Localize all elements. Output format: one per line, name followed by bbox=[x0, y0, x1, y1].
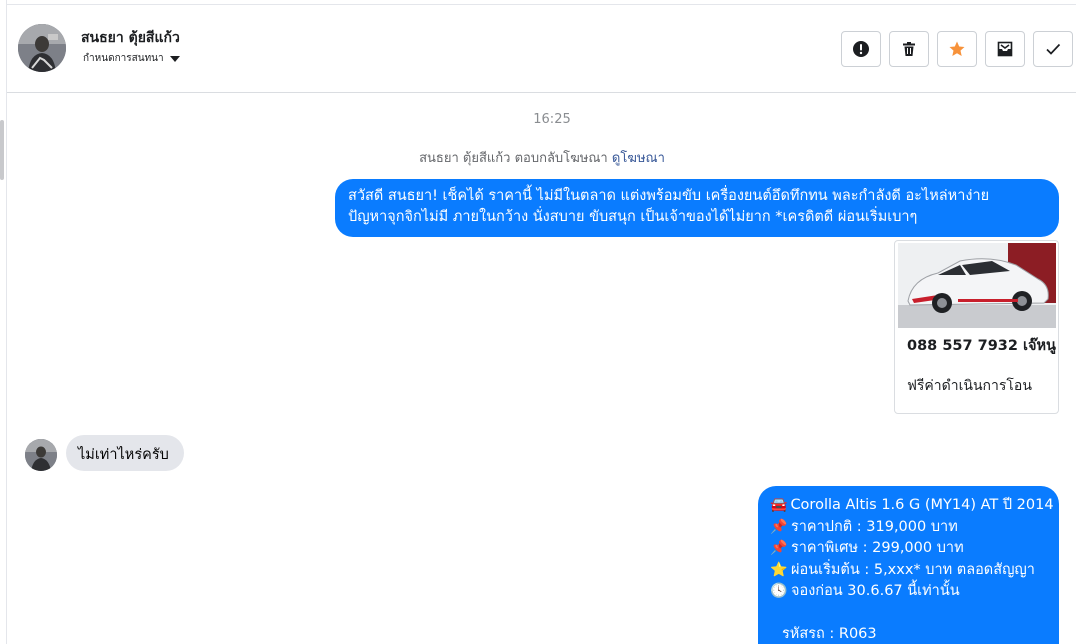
conversation-header: สนธยา ตุ้ยสีแก้ว กำหนดการสนทนา bbox=[7, 4, 1076, 93]
check-icon bbox=[1046, 43, 1061, 55]
trash-icon bbox=[903, 42, 915, 56]
ad-card[interactable]: 088 557 7932 เจ๊หนู ฟรีค่าดำเนินการโอน bbox=[894, 240, 1059, 414]
message-line: 📌 ราคาพิเศษ : 299,000 บาท bbox=[770, 538, 1049, 560]
mark-unread-button[interactable] bbox=[985, 31, 1025, 67]
star-icon bbox=[949, 41, 965, 56]
ad-card-title: 088 557 7932 เจ๊หนู bbox=[907, 338, 1056, 354]
header-actions bbox=[841, 31, 1073, 67]
view-ad-link[interactable]: ดูโฆษณา bbox=[612, 151, 665, 166]
outgoing-message[interactable]: สวัสดี สนธยา! เช็คได้ ราคานี้ ไม่มีในตลา… bbox=[335, 179, 1059, 237]
caret-down-icon bbox=[169, 55, 180, 62]
envelope-icon bbox=[997, 41, 1013, 57]
delete-button[interactable] bbox=[889, 31, 929, 67]
clock-icon: 🕓 bbox=[770, 583, 788, 600]
message-timestamp: 16:25 bbox=[533, 112, 571, 127]
pushpin-icon: 📌 bbox=[770, 540, 788, 557]
pushpin-icon: 📌 bbox=[770, 518, 788, 535]
car-image bbox=[898, 243, 1056, 328]
contact-name[interactable]: สนธยา ตุ้ยสีแก้ว bbox=[81, 27, 180, 49]
done-button[interactable] bbox=[1033, 31, 1073, 67]
message-line: ⭐ ผ่อนเริ่มต้น : 5,xxx* บาท ตลอดสัญญา bbox=[770, 560, 1049, 582]
message-line: สวัสดี สนธยา! เช็คได้ ราคานี้ ไม่มีในตลา… bbox=[348, 188, 990, 204]
star-button[interactable] bbox=[937, 31, 977, 67]
car-code: รหัสรถ : R063 bbox=[782, 626, 877, 643]
message-line: 🕓 จองก่อน 30.6.67 นี้เท่านั้น bbox=[770, 581, 1049, 603]
label-selector[interactable]: กำหนดการสนทนา bbox=[83, 51, 180, 66]
left-panel-edge bbox=[0, 0, 7, 644]
message-line: 📌 ราคาปกติ : 319,000 บาท bbox=[770, 517, 1049, 539]
incoming-message[interactable]: ไม่เท่าไหร่ครับ bbox=[66, 435, 184, 471]
contact-avatar[interactable] bbox=[18, 24, 66, 72]
report-button[interactable] bbox=[841, 31, 881, 67]
sender-avatar[interactable] bbox=[25, 439, 57, 471]
outgoing-message-details[interactable]: 🚘 Corolla Altis 1.6 G (MY14) AT ปี 2014 … bbox=[758, 486, 1059, 644]
label-selector-text: กำหนดการสนทนา bbox=[83, 53, 164, 64]
ad-card-subtitle: ฟรีค่าดำเนินการโอน bbox=[907, 378, 1032, 394]
ad-reply-text: สนธยา ตุ้ยสีแก้ว ตอบกลับโฆษณา bbox=[419, 151, 608, 166]
ad-reply-notice: สนธยา ตุ้ยสีแก้ว ตอบกลับโฆษณา ดูโฆษณา bbox=[0, 147, 1076, 168]
car-icon: 🚘 bbox=[770, 497, 788, 514]
alert-icon bbox=[853, 41, 869, 57]
star-emoji-icon: ⭐ bbox=[770, 561, 788, 578]
message-line: ปัญหาจุกจิกไม่มี ภายในกว้าง นั่งสบาย ขับ… bbox=[348, 209, 918, 225]
message-line: 🚘 Corolla Altis 1.6 G (MY14) AT ปี 2014 bbox=[770, 495, 1054, 517]
